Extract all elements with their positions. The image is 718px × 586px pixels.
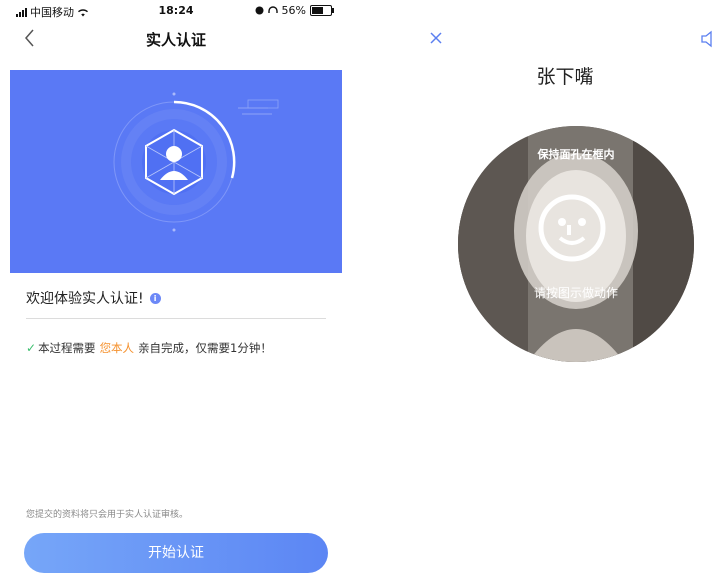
divider [26, 318, 326, 319]
battery-percent: 56% [281, 4, 306, 17]
status-bar: 中国移动 18:24 56% [10, 0, 342, 22]
process-notice: ✓ 本过程需要 您本人 亲自完成，仅需要1分钟！ [26, 340, 272, 356]
close-button[interactable] [428, 30, 444, 46]
process-highlight: 您本人 [99, 341, 135, 355]
user-name: 张下嘴 [536, 66, 594, 88]
nav-bar: 实人认证 [10, 22, 342, 56]
face-hint-bottom: 请按图示做动作 [533, 286, 618, 300]
speaker-icon [701, 30, 712, 48]
start-verification-button[interactable]: 开始认证 [24, 533, 328, 573]
welcome-heading: 欢迎体验实人认证! i [26, 288, 161, 308]
left-phone-screen: 中国移动 18:24 56% 实人认证 欢迎体验实人认证! i ✓ 本过程需要 … [10, 0, 342, 586]
process-prefix: 本过程需要 [38, 341, 96, 355]
privacy-disclaimer: 您提交的资料将只会用于实人认证审核。 [26, 510, 189, 520]
process-suffix: 亲自完成，仅需要1分钟！ [138, 341, 272, 355]
face-hint-top: 保持面孔在框内 [537, 148, 615, 161]
info-icon[interactable]: i [149, 292, 161, 304]
sound-button[interactable] [700, 30, 718, 48]
checkmark-icon: ✓ [26, 341, 37, 355]
face-capture-frame: 保持面孔在框内 请按图示做动作 [458, 126, 694, 362]
close-icon [430, 32, 442, 44]
page-title: 实人认证 [145, 31, 206, 49]
battery-icon [310, 5, 334, 16]
identity-scan-illustration [113, 92, 279, 232]
right-phone-screen: 张下嘴 保持面孔在框内 请按图示做动作 [412, 0, 718, 586]
headphones-icon [267, 6, 278, 13]
hero-banner [10, 70, 342, 273]
welcome-text: 欢迎体验实人认证! [26, 291, 144, 307]
face-smile-icon [538, 194, 606, 262]
alarm-icon [255, 6, 264, 15]
status-right: 56% [255, 4, 334, 17]
